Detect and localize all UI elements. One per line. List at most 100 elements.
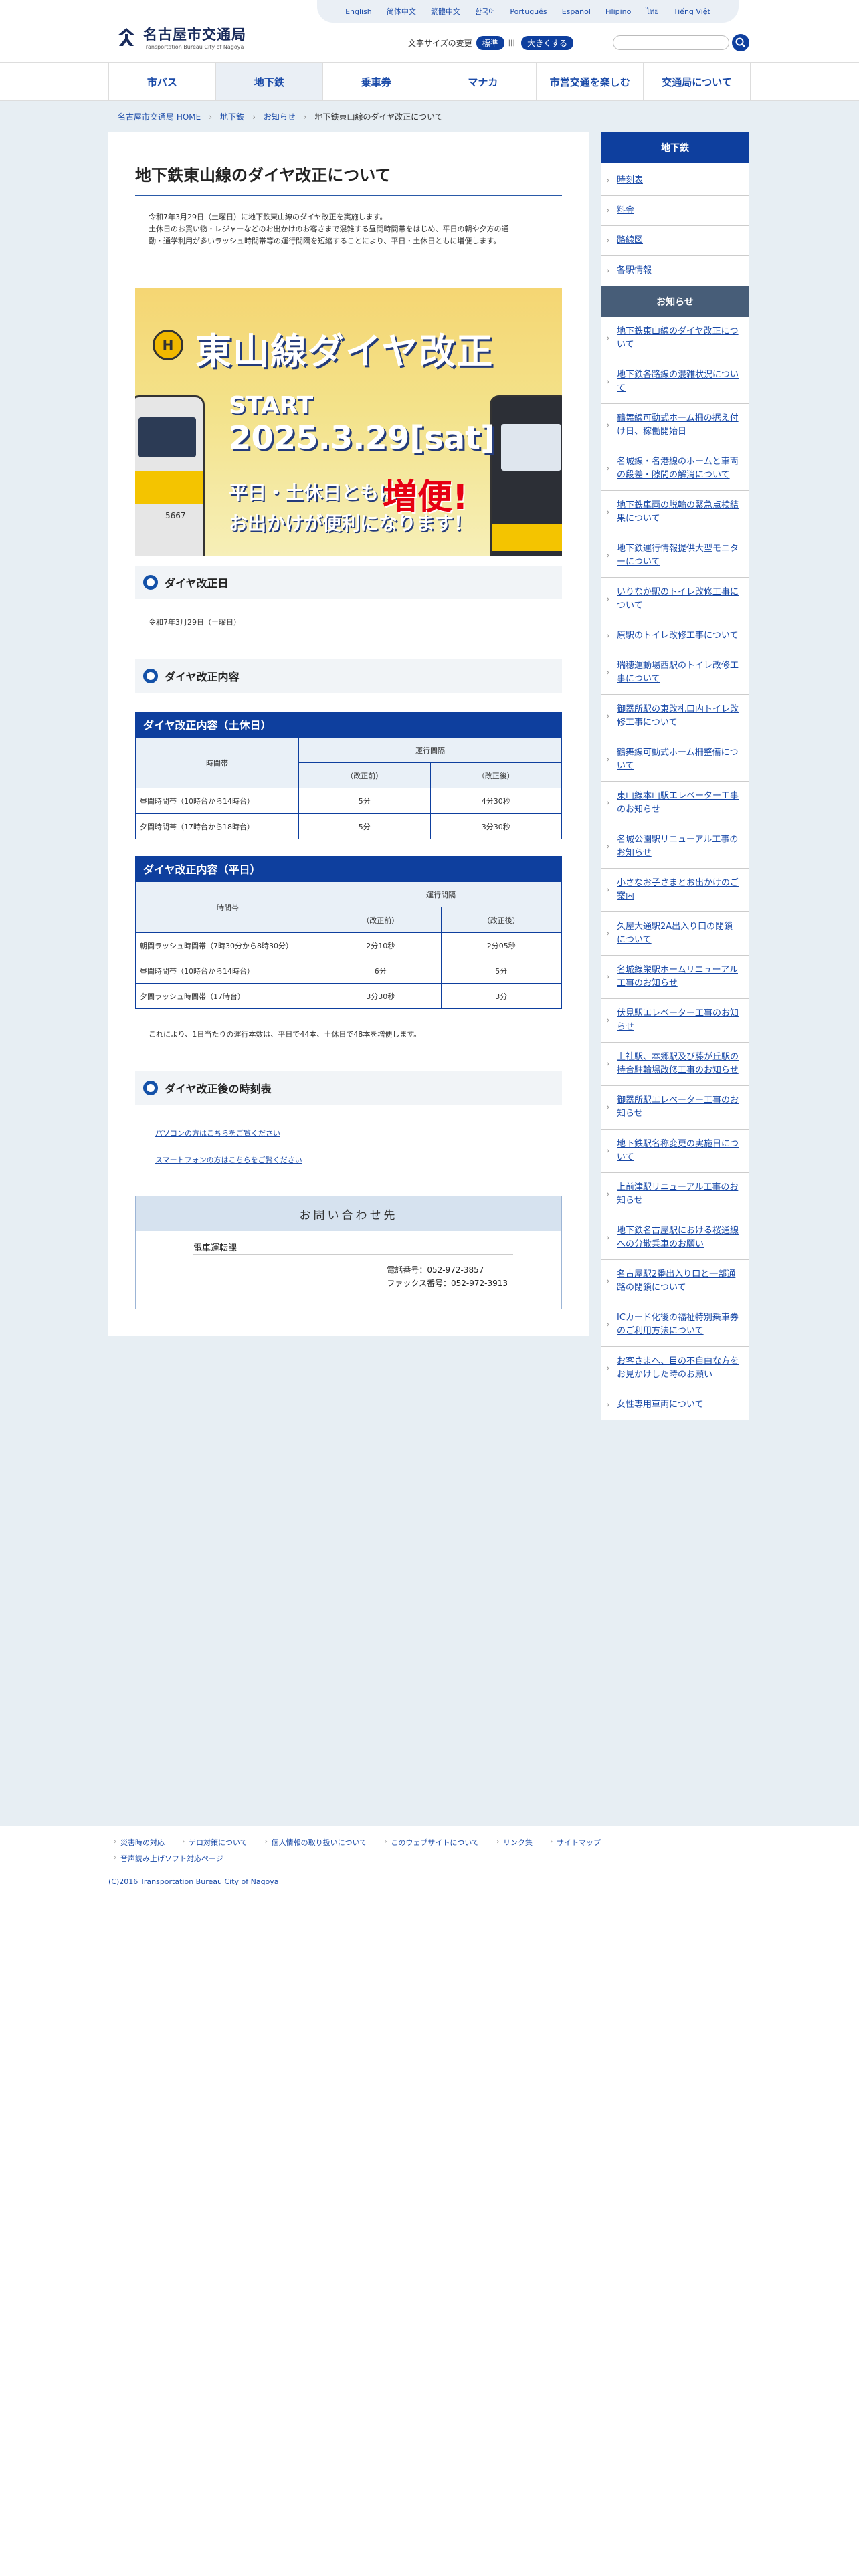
sidebar: 地下鉄 時刻表料金路線図各駅情報 お知らせ 地下鉄東山線のダイヤ改正について地下… — [601, 132, 749, 1420]
banner-line1: 平日・土休日ともに — [229, 481, 398, 504]
breadcrumb-chevron-icon: › — [252, 112, 256, 122]
footer-link[interactable]: テロ対策について — [182, 1837, 248, 1848]
language-link[interactable]: 简体中文 — [387, 6, 416, 17]
sidebar-news-item[interactable]: 小さなお子さまとお出かけのご案内 — [601, 869, 749, 912]
train-right-image — [490, 395, 562, 556]
sidebar-news-item[interactable]: 鶴舞線可動式ホーム柵の据え付け日、稼働開始日 — [601, 404, 749, 447]
table-row: 昼間時間帯（10時台から14時台） 6分 5分 — [135, 958, 562, 984]
breadcrumb-news[interactable]: お知らせ — [264, 111, 296, 122]
table-header: 時間帯 — [135, 881, 320, 933]
sidebar-news-item[interactable]: 上社駅、本郷駅及び藤が丘駅の持合駐輪場改修工事のお知らせ — [601, 1043, 749, 1086]
logo-title: 名古屋市交通局 — [143, 27, 246, 43]
sidebar-news-item[interactable]: 地下鉄車両の脱輪の緊急点検結果について — [601, 491, 749, 534]
breadcrumb-subway[interactable]: 地下鉄 — [220, 111, 244, 122]
sidebar-news-item[interactable]: 地下鉄運行情報提供大型モニターについて — [601, 534, 749, 578]
footer-link[interactable]: 災害時の対応 — [114, 1837, 165, 1848]
intro-text: 令和7年3月29日（土曜日）に地下鉄東山線のダイヤ改正を実施します。 土休日のお… — [149, 211, 550, 247]
gnav-item[interactable]: 市営交通を楽しむ — [536, 63, 643, 100]
sidebar-news-item[interactable]: 名城線・名港線のホームと車両の段差・隙間の解消について — [601, 447, 749, 491]
site-logo[interactable]: 名古屋市交通局 Transportation Bureau City of Na… — [115, 24, 246, 50]
table-cell: 夕間時間帯（17時台から18時台） — [135, 813, 299, 839]
gnav-item[interactable]: 市バス — [108, 63, 215, 100]
banner-date: 2025.3.29[sat] — [229, 419, 496, 457]
table-cell: 3分30秒 — [430, 813, 562, 839]
language-link[interactable]: Português — [510, 7, 547, 16]
sidebar-news-item[interactable]: 名古屋駅2番出入り口と一部通路の閉鎖について — [601, 1260, 749, 1303]
search-button[interactable] — [732, 34, 749, 51]
sidebar-news-item[interactable]: 瑞穂運動場西駅のトイレ改修工事について — [601, 651, 749, 695]
contact-phones: 電話番号：052-972-3857 ファックス番号：052-972-3913 — [387, 1263, 508, 1290]
sidebar-news-item[interactable]: 御器所駅エレベーター工事のお知らせ — [601, 1086, 749, 1130]
sidebar-item[interactable]: 時刻表 — [601, 166, 749, 196]
sidebar-news-item[interactable]: 地下鉄東山線のダイヤ改正について — [601, 317, 749, 360]
banner-line2: お出かけが便利になります！ — [229, 512, 473, 534]
table-cell: 6分 — [320, 958, 442, 984]
table-header: （改正後） — [440, 907, 562, 933]
table-row: 夕間時間帯（17時台から18時台） 5分 3分30秒 — [135, 813, 562, 839]
sidebar-news-item[interactable]: 女性専用車両について — [601, 1390, 749, 1420]
section-heading-date: ダイヤ改正日 — [135, 566, 562, 599]
gnav-item[interactable]: マナカ — [429, 63, 536, 100]
font-standard-button[interactable]: 標準 — [476, 36, 504, 50]
sidebar-news-item[interactable]: 地下鉄駅名称変更の実施日について — [601, 1130, 749, 1173]
sidebar-news-item[interactable]: 御器所駅の東改札口内トイレ改修工事について — [601, 695, 749, 738]
footer-link[interactable]: サイトマップ — [550, 1837, 601, 1848]
pc-timetable-link[interactable]: パソコンの方はこちらをご覧ください — [155, 1128, 280, 1138]
footer-link[interactable]: リンク集 — [496, 1837, 533, 1848]
footer-link[interactable]: このウェブサイトについて — [384, 1837, 479, 1848]
breadcrumb-chevron-icon: › — [303, 112, 307, 122]
bullet-circle-icon — [143, 669, 158, 683]
copyright: (C)2016 Transportation Bureau City of Na… — [108, 1877, 279, 1886]
footer-link[interactable]: 音声読み上げソフト対応ページ — [114, 1853, 223, 1864]
table-cell: 昼間時間帯（10時台から14時台） — [135, 788, 299, 814]
sidebar-news-item[interactable]: 上前津駅リニューアル工事のお知らせ — [601, 1173, 749, 1216]
gnav-item[interactable]: 交通局について — [643, 63, 751, 100]
weekday-table: 時間帯 運行間隔 （改正前） （改正後） 朝間ラッシュ時間帯（7時30分から8時30… — [135, 881, 562, 1009]
sidebar-item[interactable]: 料金 — [601, 196, 749, 226]
language-link[interactable]: Filipino — [605, 7, 631, 16]
sidebar-news-item[interactable]: ICカード化後の福祉特別乗車券のご利用方法について — [601, 1303, 749, 1347]
language-link[interactable]: 한국어 — [475, 6, 495, 17]
language-link[interactable]: Tiếng Việt — [674, 7, 710, 16]
sidebar-news-item[interactable]: 原駅のトイレ改修工事について — [601, 621, 749, 651]
breadcrumb-home[interactable]: 名古屋市交通局 HOME — [118, 111, 201, 122]
sidebar-news-item[interactable]: 東山線本山駅エレベーター工事のお知らせ — [601, 782, 749, 825]
language-link[interactable]: ไทย — [646, 5, 658, 17]
gnav-item[interactable]: 地下鉄 — [215, 63, 322, 100]
logo-subtitle: Transportation Bureau City of Nagoya — [143, 44, 244, 50]
language-link[interactable]: English — [345, 7, 372, 16]
table-header: 運行間隔 — [320, 881, 562, 907]
train-number: 5667 — [165, 511, 186, 520]
sidebar-news-item[interactable]: いりなか駅のトイレ改修工事について — [601, 578, 749, 621]
table-cell: 5分 — [298, 813, 431, 839]
sidebar-news-item[interactable]: お客さまへ、目の不自由な方をお見かけした時のお願い — [601, 1347, 749, 1390]
sidebar-news-item[interactable]: 地下鉄名古屋駅における桜通線への分散乗車のお願い — [601, 1216, 749, 1260]
sidebar-news-item[interactable]: 地下鉄各路線の混雑状況について — [601, 360, 749, 404]
search-input[interactable] — [613, 35, 729, 50]
weekday-table-title: ダイヤ改正内容（平日） — [135, 856, 562, 881]
sidebar-item[interactable]: 各駅情報 — [601, 256, 749, 286]
sidebar-item[interactable]: 路線図 — [601, 226, 749, 256]
sidebar-news-item[interactable]: 名城公園駅リニューアル工事のお知らせ — [601, 825, 749, 869]
footer-link[interactable]: 個人情報の取り扱いについて — [265, 1837, 367, 1848]
sidebar-news-item[interactable]: 名城線栄駅ホームリニューアル工事のお知らせ — [601, 956, 749, 999]
font-bigger-button[interactable]: 大きくする — [521, 36, 574, 50]
section-heading-text: ダイヤ改正内容 — [165, 671, 240, 683]
table-header: （改正前） — [298, 762, 431, 788]
breadcrumb: 名古屋市交通局 HOME › 地下鉄 › お知らせ › 地下鉄東山線のダイヤ改正… — [118, 111, 443, 122]
increase-note: これにより、1日当たりの運行本数は、平日で44本、土休日で48本を増便します。 — [149, 1030, 421, 1039]
table-cell: 4分30秒 — [430, 788, 562, 814]
language-link[interactable]: Español — [562, 7, 591, 16]
language-link[interactable]: 繁體中文 — [431, 6, 460, 17]
font-size-control: 文字サイズの変更 標準 |||| 大きくする — [408, 36, 574, 50]
sidebar-news-item[interactable]: 久屋大通駅2A出入り口の閉鎖について — [601, 912, 749, 956]
table-cell: 3分 — [440, 983, 562, 1009]
contact-box: お問い合わせ先 電車運転課 電話番号：052-972-3857 ファックス番号：… — [135, 1196, 562, 1309]
sidebar-heading[interactable]: 地下鉄 — [601, 132, 749, 166]
gnav-item[interactable]: 乗車券 — [322, 63, 430, 100]
sidebar-news-item[interactable]: 鶴舞線可動式ホーム柵整備について — [601, 738, 749, 782]
sidebar-news-item[interactable]: 伏見駅エレベーター工事のお知らせ — [601, 999, 749, 1043]
sp-timetable-link[interactable]: スマートフォンの方はこちらをご覧ください — [155, 1154, 302, 1165]
holiday-table-title: ダイヤ改正内容（土休日） — [135, 712, 562, 737]
table-header: 時間帯 — [135, 737, 299, 788]
